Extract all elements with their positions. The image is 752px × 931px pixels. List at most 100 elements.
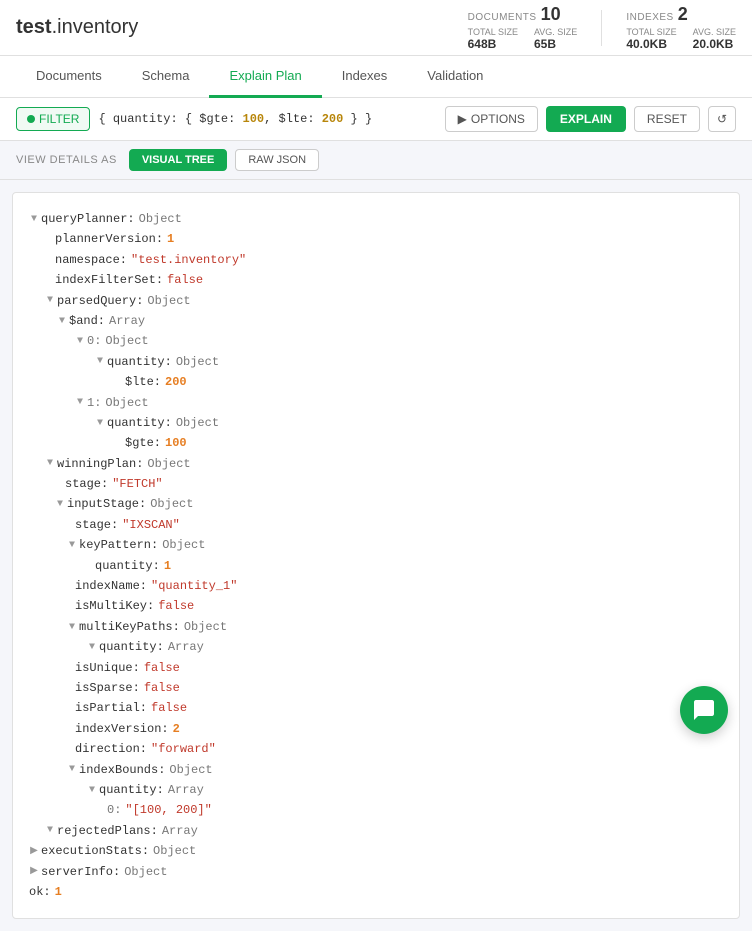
tree-line-quantity-ib: ▼ quantity: Array xyxy=(25,780,727,800)
documents-label: DOCUMENTS xyxy=(468,12,537,23)
total-size-stat: TOTAL SIZE 648B xyxy=(468,27,518,51)
total-size-value: 648B xyxy=(468,37,518,51)
tab-schema[interactable]: Schema xyxy=(122,56,210,98)
tree-line-winningPlan: ▼ winningPlan: Object xyxy=(25,454,727,474)
filter-gte-key: $gte: xyxy=(199,112,242,126)
tree-line-executionStats: ▶ executionStats: Object xyxy=(25,841,727,861)
documents-stat-block: DOCUMENTS 10 TOTAL SIZE 648B AVG. SIZE 6… xyxy=(468,4,578,51)
filter-query-open: { xyxy=(98,112,112,126)
avg-size-label: AVG. SIZE xyxy=(534,27,577,37)
tree-line-and-0: ▼ 0: Object xyxy=(25,331,727,351)
view-toggle-bar: VIEW DETAILS AS VISUAL TREE RAW JSON xyxy=(0,141,752,180)
stat-divider-1 xyxy=(601,10,602,46)
total-size-label: TOTAL SIZE xyxy=(468,27,518,37)
tree-line-indexFilterSet: indexFilterSet: false xyxy=(25,270,727,290)
tree-line-indexBounds: ▼ indexBounds: Object xyxy=(25,760,727,780)
collapse-multiKeyPaths[interactable]: ▼ xyxy=(67,619,77,636)
tree-line-quantity-mkp: ▼ quantity: Array xyxy=(25,637,727,657)
tree-line-isPartial: isPartial: false xyxy=(25,698,727,718)
indexes-total-size-value: 40.0KB xyxy=(626,37,676,51)
filter-key-quantity: quantity: xyxy=(113,112,185,126)
filter-query-brace: { xyxy=(185,112,199,126)
view-toggle-label: VIEW DETAILS AS xyxy=(16,154,117,166)
indexes-stat-block: INDEXES 2 TOTAL SIZE 40.0KB AVG. SIZE 20… xyxy=(626,4,736,51)
tree-line-inputStage: ▼ inputStage: Object xyxy=(25,494,727,514)
collapse-executionStats[interactable]: ▶ xyxy=(29,843,39,860)
indexes-total-size-stat: TOTAL SIZE 40.0KB xyxy=(626,27,676,51)
app-title-bold: test xyxy=(16,16,52,38)
app-title: test.inventory xyxy=(16,16,138,39)
indexes-sub-stats: TOTAL SIZE 40.0KB AVG. SIZE 20.0KB xyxy=(626,27,736,51)
filter-badge[interactable]: FILTER xyxy=(16,107,90,131)
collapse-quantity-ib[interactable]: ▼ xyxy=(87,782,97,799)
tree-line-isUnique: isUnique: false xyxy=(25,658,727,678)
collapse-parsedQuery[interactable]: ▼ xyxy=(45,292,55,309)
indexes-total-size-label: TOTAL SIZE xyxy=(626,27,676,37)
reset-button[interactable]: RESET xyxy=(634,106,700,132)
tree-line-namespace: namespace: "test.inventory" xyxy=(25,250,727,270)
collapse-quantity-mkp[interactable]: ▼ xyxy=(87,639,97,656)
filter-lte-key: $lte: xyxy=(279,112,322,126)
tree-line-gte: $gte: 100 xyxy=(25,433,727,453)
collapse-serverInfo[interactable]: ▶ xyxy=(29,863,39,880)
filter-bar: FILTER { quantity: { $gte: 100, $lte: 20… xyxy=(0,98,752,141)
collapse-keyPattern[interactable]: ▼ xyxy=(67,537,77,554)
raw-json-button[interactable]: RAW JSON xyxy=(235,149,319,171)
collapse-rejectedPlans[interactable]: ▼ xyxy=(45,822,55,839)
options-label: OPTIONS xyxy=(471,112,525,126)
explain-button[interactable]: EXPLAIN xyxy=(546,106,626,132)
collapse-quantity-1[interactable]: ▼ xyxy=(95,415,105,432)
filter-dot-icon xyxy=(27,115,35,123)
collapse-and-1[interactable]: ▼ xyxy=(75,394,85,411)
tree-container: ▼ queryPlanner: Object plannerVersion: 1… xyxy=(12,192,740,919)
chat-icon xyxy=(692,698,716,722)
tree-line-indexName: indexName: "quantity_1" xyxy=(25,576,727,596)
tree-line-stage-ixscan: stage: "IXSCAN" xyxy=(25,515,727,535)
filter-label: FILTER xyxy=(39,112,79,126)
indexes-label: INDEXES xyxy=(626,12,673,23)
options-button[interactable]: ▶ OPTIONS xyxy=(445,106,538,132)
collapse-winningPlan[interactable]: ▼ xyxy=(45,455,55,472)
filter-lte-val: 200 xyxy=(322,112,344,126)
tree-line-queryPlanner: ▼ queryPlanner: Object xyxy=(25,209,727,229)
app-title-rest: inventory xyxy=(57,16,138,38)
nav-tabs: Documents Schema Explain Plan Indexes Va… xyxy=(0,56,752,98)
history-button[interactable]: ↺ xyxy=(708,106,736,132)
collapse-quantity-0[interactable]: ▼ xyxy=(95,353,105,370)
tree-line-quantity-kp: quantity: 1 xyxy=(25,556,727,576)
triangle-icon: ▶ xyxy=(458,112,467,126)
tree-line-plannerVersion: plannerVersion: 1 xyxy=(25,229,727,249)
tree-line-indexVersion: indexVersion: 2 xyxy=(25,719,727,739)
tree-line-multiKeyPaths: ▼ multiKeyPaths: Object xyxy=(25,617,727,637)
filter-gte-val: 100 xyxy=(243,112,265,126)
tree-line-quantity-0: ▼ quantity: Object xyxy=(25,352,727,372)
collapse-and-0[interactable]: ▼ xyxy=(75,333,85,350)
collapse-inputStage[interactable]: ▼ xyxy=(55,496,65,513)
tree-line-ok: ok: 1 xyxy=(25,882,727,902)
tree-line-and: ▼ $and: Array xyxy=(25,311,727,331)
tree-line-lte: $lte: 200 xyxy=(25,372,727,392)
tab-documents[interactable]: Documents xyxy=(16,56,122,98)
filter-close: } } xyxy=(343,112,372,126)
collapse-indexBounds[interactable]: ▼ xyxy=(67,761,77,778)
tree-line-keyPattern: ▼ keyPattern: Object xyxy=(25,535,727,555)
avg-size-stat: AVG. SIZE 65B xyxy=(534,27,577,51)
indexes-count: 2 xyxy=(678,4,688,25)
indexes-avg-size-stat: AVG. SIZE 20.0KB xyxy=(693,27,736,51)
history-icon: ↺ xyxy=(717,112,727,126)
tab-validation[interactable]: Validation xyxy=(407,56,503,98)
tree-line-ib-0: 0: "[100, 200]" xyxy=(25,800,727,820)
collapse-queryPlanner[interactable]: ▼ xyxy=(29,211,39,228)
filter-query: { quantity: { $gte: 100, $lte: 200 } } xyxy=(98,112,436,126)
tree-line-parsedQuery: ▼ parsedQuery: Object xyxy=(25,291,727,311)
chat-bubble-button[interactable] xyxy=(680,686,728,734)
tree-line-serverInfo: ▶ serverInfo: Object xyxy=(25,862,727,882)
tree-line-stage-fetch: stage: "FETCH" xyxy=(25,474,727,494)
tab-explain-plan[interactable]: Explain Plan xyxy=(209,56,321,98)
tree-line-isSparse: isSparse: false xyxy=(25,678,727,698)
tab-indexes[interactable]: Indexes xyxy=(322,56,408,98)
indexes-avg-size-label: AVG. SIZE xyxy=(693,27,736,37)
collapse-and[interactable]: ▼ xyxy=(57,313,67,330)
visual-tree-button[interactable]: VISUAL TREE xyxy=(129,149,228,171)
documents-count: 10 xyxy=(541,4,561,25)
